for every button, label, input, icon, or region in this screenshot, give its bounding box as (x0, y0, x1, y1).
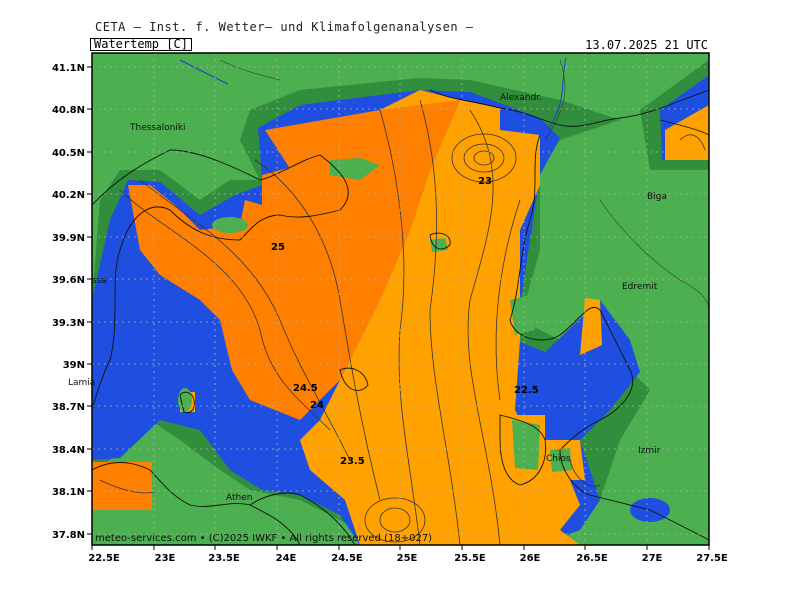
city-label: Athen (226, 493, 252, 503)
city-label: Edremit (622, 282, 658, 292)
city-label: Biga (647, 192, 667, 202)
x-tick-label: 27E (642, 553, 663, 564)
y-tick-label: 40.2N (52, 190, 85, 201)
parameter-label: Watertemp_[C] (90, 38, 192, 51)
copyright-footer: meteo-services.com • (C)2025 IWKF • All … (95, 533, 433, 544)
isotherm-label: 23 (478, 176, 492, 187)
valid-time: 13.07.2025 21 UTC (585, 38, 708, 52)
x-tick-label: 23.5E (208, 553, 240, 564)
y-tick-label: 40.8N (52, 105, 85, 116)
y-tick-label: 39.6N (52, 275, 85, 286)
x-tick-label: 25.5E (454, 553, 486, 564)
x-tick-label: 23E (155, 553, 176, 564)
city-label: Chios (546, 454, 571, 464)
city-label: Lamia (68, 378, 95, 388)
city-label: Izmir (638, 446, 661, 456)
weather-map: 22.5E 23E 23.5E 24E 24.5E 25E 25.5E 26E … (52, 52, 728, 564)
x-tick-label: 26.5E (576, 553, 608, 564)
city-label: ssa (92, 276, 107, 286)
isotherm-label: 25 (271, 242, 285, 253)
x-tick-label: 24E (276, 553, 297, 564)
y-tick-label: 38.7N (52, 402, 85, 413)
isotherm-label: 22.5 (514, 385, 539, 396)
y-axis-labels: 41.1N 40.8N 40.5N 40.2N 39.9N 39.6N 39.3… (52, 63, 85, 541)
x-tick-label: 24.5E (331, 553, 363, 564)
x-tick-label: 27.5E (696, 553, 728, 564)
y-tick-label: 41.1N (52, 63, 85, 74)
y-tick-label: 39.3N (52, 318, 85, 329)
city-label: Alexandr. (500, 93, 542, 103)
x-tick-label: 22.5E (88, 553, 120, 564)
map-subheader: Watertemp_[C] 13.07.2025 21 UTC (90, 38, 710, 52)
y-tick-label: 38.4N (52, 445, 85, 456)
y-tick-label: 40.5N (52, 148, 85, 159)
x-tick-label: 25E (397, 553, 418, 564)
x-tick-label: 26E (520, 553, 541, 564)
x-axis-labels: 22.5E 23E 23.5E 24E 24.5E 25E 25.5E 26E … (88, 553, 728, 564)
isotherm-label: 24 (310, 400, 324, 411)
city-label: Thessaloniki (129, 123, 186, 133)
isotherm-label: 23.5 (340, 456, 365, 467)
isotherm-label: 24.5 (293, 383, 318, 394)
y-tick-label: 39N (63, 360, 85, 371)
y-tick-label: 39.9N (52, 233, 85, 244)
y-tick-label: 37.8N (52, 530, 85, 541)
map-title: CETA – Inst. f. Wetter– und Klimafolgena… (95, 20, 474, 34)
y-tick-label: 38.1N (52, 487, 85, 498)
